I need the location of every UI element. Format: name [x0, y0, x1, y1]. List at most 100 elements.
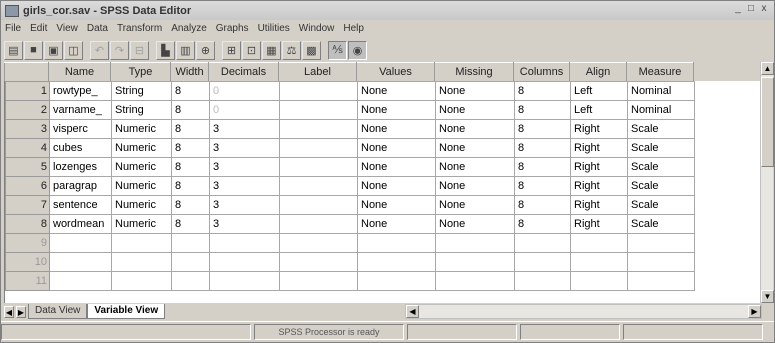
- cell-decimals[interactable]: 3: [209, 157, 280, 177]
- cell-values[interactable]: None: [357, 195, 436, 215]
- cell-columns[interactable]: 8: [514, 195, 571, 215]
- open-icon[interactable]: ▤: [4, 40, 23, 60]
- menu-window[interactable]: Window: [299, 23, 335, 34]
- row-number[interactable]: 6: [5, 176, 50, 196]
- minimize-button[interactable]: _: [732, 3, 744, 16]
- cell-measure[interactable]: Nominal: [627, 81, 695, 101]
- column-header-name[interactable]: Name: [48, 62, 111, 81]
- column-header-measure[interactable]: Measure: [626, 62, 694, 81]
- cell-label[interactable]: [279, 138, 358, 158]
- cell-values[interactable]: None: [357, 157, 436, 177]
- cell-align[interactable]: Right: [570, 176, 628, 196]
- cell-align[interactable]: Right: [570, 214, 628, 234]
- cell-align[interactable]: [570, 252, 628, 272]
- cell-width[interactable]: 8: [171, 195, 210, 215]
- cell-name[interactable]: paragrap: [49, 176, 112, 196]
- grid-corner[interactable]: [4, 62, 49, 81]
- table-row[interactable]: 9: [5, 233, 695, 253]
- use-sets-icon[interactable]: ◉: [348, 40, 367, 60]
- print-icon[interactable]: ▣: [44, 40, 63, 60]
- cell-missing[interactable]: None: [435, 138, 515, 158]
- cell-name[interactable]: [49, 252, 112, 272]
- row-number[interactable]: 10: [5, 252, 50, 272]
- table-row[interactable]: 3 visperc Numeric 8 3 None None 8 Right Scale: [5, 119, 695, 139]
- cell-type[interactable]: String: [111, 100, 172, 120]
- tab-variable-view[interactable]: Variable View: [87, 304, 166, 319]
- cell-columns[interactable]: [514, 271, 571, 291]
- cell-values[interactable]: None: [357, 119, 436, 139]
- cell-align[interactable]: Right: [570, 157, 628, 177]
- cell-measure[interactable]: Scale: [627, 195, 695, 215]
- menu-transform[interactable]: Transform: [117, 23, 162, 34]
- split-file-icon[interactable]: ▦: [262, 40, 281, 60]
- cell-width[interactable]: 8: [171, 214, 210, 234]
- cell-values[interactable]: None: [357, 100, 436, 120]
- cell-type[interactable]: Numeric: [111, 176, 172, 196]
- cell-name[interactable]: lozenges: [49, 157, 112, 177]
- row-number[interactable]: 5: [5, 157, 50, 177]
- row-number[interactable]: 7: [5, 195, 50, 215]
- cell-columns[interactable]: 8: [514, 138, 571, 158]
- maximize-button[interactable]: □: [745, 3, 757, 16]
- cell-name[interactable]: cubes: [49, 138, 112, 158]
- cell-width[interactable]: 8: [171, 100, 210, 120]
- scroll-right-arrow-icon[interactable]: ▶: [748, 305, 761, 318]
- table-row[interactable]: 11: [5, 271, 695, 291]
- chart-icon[interactable]: ▙: [156, 40, 175, 60]
- table-row[interactable]: 7 sentence Numeric 8 3 None None 8 Right Scale: [5, 195, 695, 215]
- cell-missing[interactable]: None: [435, 157, 515, 177]
- cell-type[interactable]: [111, 233, 172, 253]
- cell-measure[interactable]: Scale: [627, 119, 695, 139]
- cell-align[interactable]: [570, 233, 628, 253]
- cell-decimals[interactable]: 3: [209, 119, 280, 139]
- cell-type[interactable]: Numeric: [111, 138, 172, 158]
- cell-type[interactable]: [111, 252, 172, 272]
- row-number[interactable]: 4: [5, 138, 50, 158]
- cell-width[interactable]: 8: [171, 157, 210, 177]
- cell-values[interactable]: None: [357, 81, 436, 101]
- tab-scroll-right-icon[interactable]: ▶: [16, 305, 26, 318]
- scroll-down-arrow-icon[interactable]: ▼: [761, 290, 774, 303]
- cell-width[interactable]: [171, 252, 210, 272]
- cell-missing[interactable]: None: [435, 176, 515, 196]
- cell-missing[interactable]: [435, 233, 515, 253]
- row-number[interactable]: 1: [5, 81, 50, 101]
- cell-measure[interactable]: Scale: [627, 214, 695, 234]
- cell-decimals[interactable]: 3: [209, 138, 280, 158]
- cell-columns[interactable]: 8: [514, 81, 571, 101]
- cell-align[interactable]: Left: [570, 81, 628, 101]
- insert-cases-icon[interactable]: ⊞: [222, 40, 241, 60]
- cell-columns[interactable]: [514, 233, 571, 253]
- cell-type[interactable]: Numeric: [111, 214, 172, 234]
- cell-measure[interactable]: [627, 271, 695, 291]
- select-cases-icon[interactable]: ▩: [302, 40, 321, 60]
- cell-values[interactable]: None: [357, 176, 436, 196]
- cell-measure[interactable]: Scale: [627, 157, 695, 177]
- value-labels-icon[interactable]: ⅍: [328, 40, 347, 60]
- cell-decimals[interactable]: 0: [209, 100, 280, 120]
- scroll-up-arrow-icon[interactable]: ▲: [761, 62, 774, 75]
- cell-label[interactable]: [279, 119, 358, 139]
- row-number[interactable]: 2: [5, 100, 50, 120]
- find-icon[interactable]: ⊕: [196, 40, 215, 60]
- horizontal-scrollbar[interactable]: ◀ ▶: [405, 304, 762, 319]
- column-header-align[interactable]: Align: [569, 62, 627, 81]
- cell-columns[interactable]: 8: [514, 214, 571, 234]
- cell-width[interactable]: [171, 271, 210, 291]
- scroll-left-arrow-icon[interactable]: ◀: [406, 305, 419, 318]
- row-number[interactable]: 9: [5, 233, 50, 253]
- vertical-scrollbar[interactable]: ▲ ▼: [760, 62, 774, 303]
- cell-name[interactable]: [49, 233, 112, 253]
- variables-icon[interactable]: ▥: [176, 40, 195, 60]
- cell-measure[interactable]: [627, 252, 695, 272]
- menu-file[interactable]: File: [5, 23, 21, 34]
- tab-scroll-left-icon[interactable]: ◀: [4, 305, 14, 318]
- cell-type[interactable]: Numeric: [111, 195, 172, 215]
- cell-label[interactable]: [279, 195, 358, 215]
- menu-edit[interactable]: Edit: [30, 23, 47, 34]
- cell-values[interactable]: None: [357, 214, 436, 234]
- cell-width[interactable]: 8: [171, 119, 210, 139]
- row-number[interactable]: 11: [5, 271, 50, 291]
- menu-analyze[interactable]: Analyze: [171, 23, 207, 34]
- cell-columns[interactable]: [514, 252, 571, 272]
